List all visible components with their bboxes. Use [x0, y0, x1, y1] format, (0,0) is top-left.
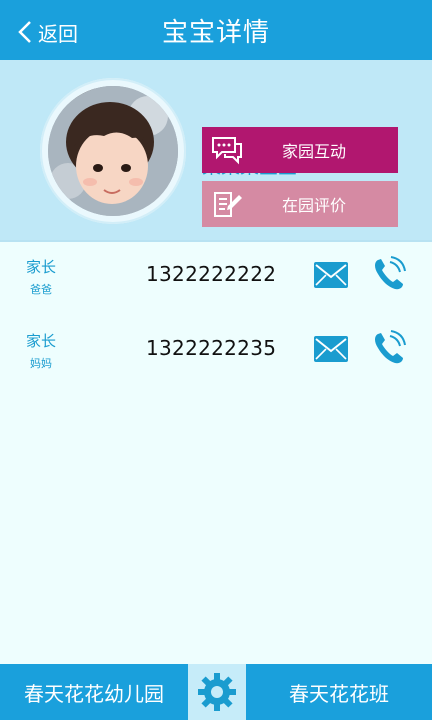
settings-button[interactable] [188, 664, 246, 720]
home-interaction-label: 家园互动 [281, 142, 346, 161]
page-title: 宝宝详情 [161, 18, 270, 48]
contact-phone: 1322222222 [146, 262, 277, 286]
message-icon[interactable] [314, 262, 348, 288]
school-evaluation-button[interactable]: 在园评价 [202, 181, 398, 227]
edit-document-icon [202, 189, 252, 219]
contact-row: 家长 妈妈 1322222235 [0, 324, 432, 384]
home-interaction-button[interactable]: 家园互动 [202, 127, 398, 173]
avatar[interactable] [48, 86, 178, 216]
phone-call-icon[interactable] [372, 256, 406, 292]
contact-phone: 1322222235 [146, 336, 277, 360]
contact-row: 家长 爸爸 1322222222 [0, 250, 432, 310]
bottom-bar: 春天花花幼儿园 春天花花班 [0, 664, 432, 720]
contact-relation: 家长 妈妈 [18, 330, 64, 371]
avatar-frame [40, 78, 186, 224]
app-header: 返回 宝宝详情 [0, 0, 432, 60]
school-tab[interactable]: 春天花花幼儿园 [0, 664, 188, 720]
divider [0, 240, 432, 242]
contact-relation-name: 爸爸 [30, 283, 52, 296]
class-tab[interactable]: 春天花花班 [246, 664, 432, 720]
contact-role: 家长 [25, 258, 56, 276]
child-photo-icon [48, 86, 178, 216]
contact-role: 家长 [25, 332, 56, 350]
school-evaluation-label: 在园评价 [281, 196, 346, 215]
contact-relation: 家长 爸爸 [18, 256, 64, 297]
chat-bubbles-icon [202, 135, 252, 165]
message-icon[interactable] [314, 336, 348, 362]
gear-icon [198, 673, 236, 711]
phone-call-icon[interactable] [372, 330, 406, 366]
contact-relation-name: 妈妈 [30, 357, 52, 370]
